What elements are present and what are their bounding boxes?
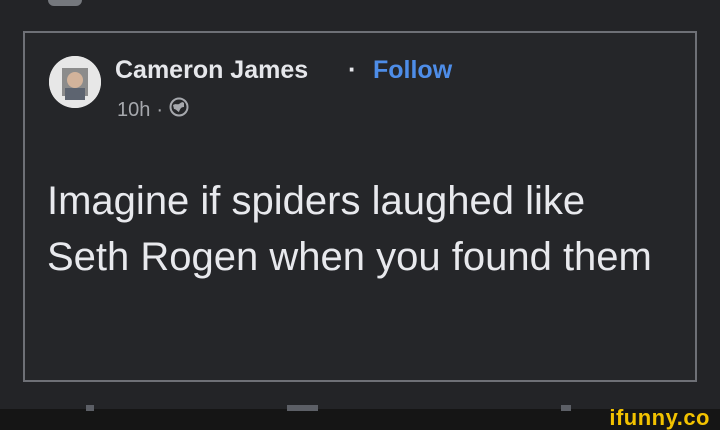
follow-button[interactable]: Follow (373, 56, 452, 85)
previous-post-fragment (48, 0, 82, 6)
meta-separator: · (156, 98, 164, 121)
nav-fragment-center (287, 405, 318, 411)
screenshot-page: Cameron James · Follow 10h · Imagine if … (0, 0, 720, 430)
author-name[interactable]: Cameron James (115, 56, 308, 85)
author-avatar[interactable] (49, 56, 101, 108)
nav-fragment-left (86, 405, 94, 411)
avatar-photo (49, 56, 101, 108)
nav-fragment-right (561, 405, 571, 411)
post-time[interactable]: 10h (117, 99, 150, 122)
ifunny-watermark: ifunny.co (609, 405, 710, 430)
post-meta: 10h · (117, 97, 189, 123)
globe-icon (169, 97, 189, 123)
header-separator: · (348, 54, 357, 84)
post-card: Cameron James · Follow 10h · Imagine if … (23, 31, 697, 382)
post-text: Imagine if spiders laughed like Seth Rog… (47, 179, 652, 279)
